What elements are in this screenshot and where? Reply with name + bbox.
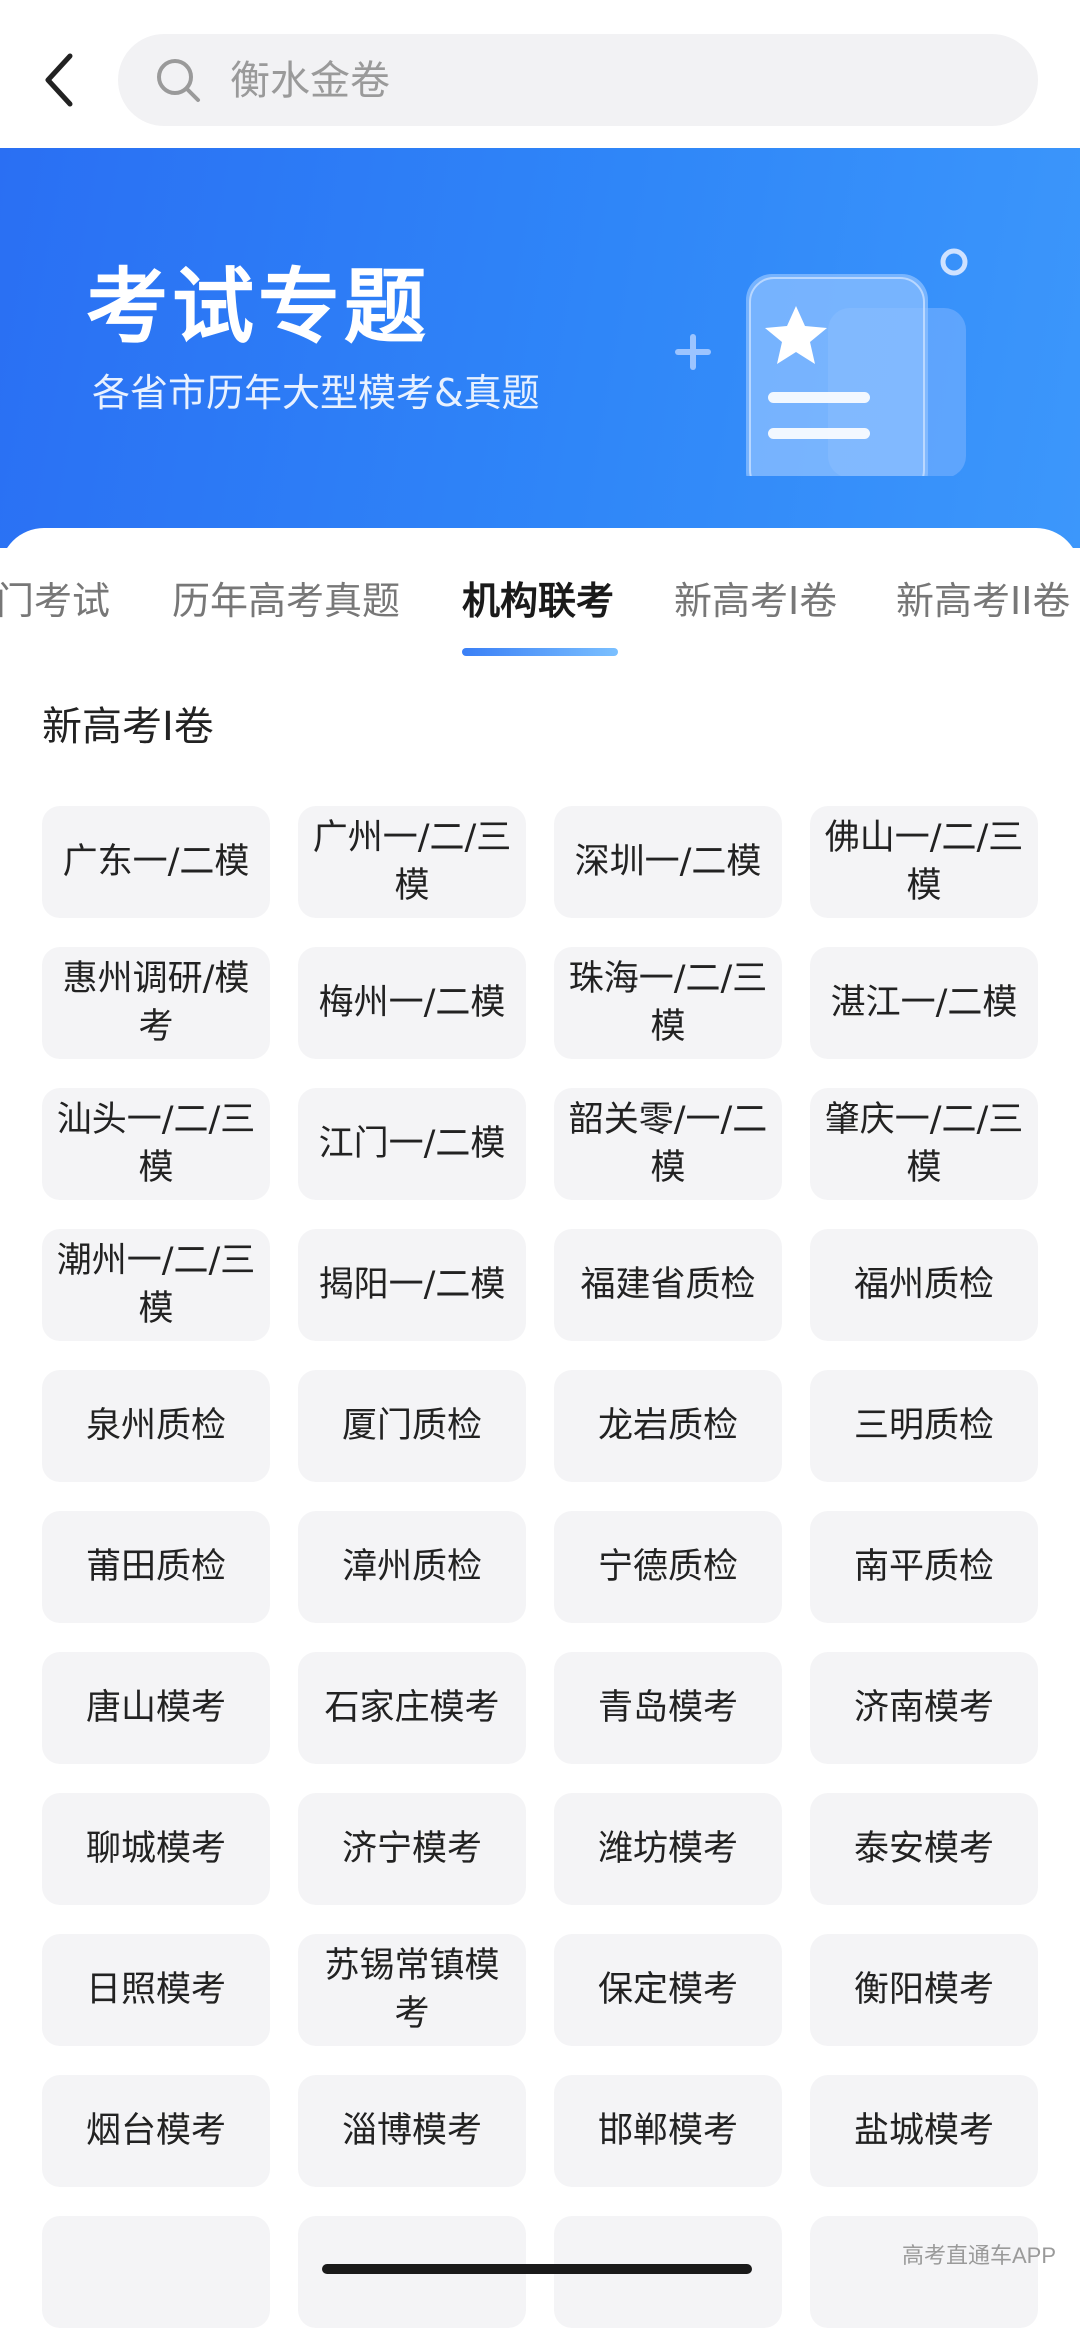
exam-tile[interactable]: 青岛模考 [554, 1652, 782, 1764]
exam-tile[interactable]: 盐城模考 [810, 2075, 1038, 2187]
exam-tile[interactable]: 聊城模考 [42, 1793, 270, 1905]
exam-tile[interactable]: 泰安模考 [810, 1793, 1038, 1905]
chevron-left-icon [45, 53, 73, 107]
tab-popular-exams[interactable]: 门考试 [0, 570, 110, 625]
exam-tile[interactable]: 三明质检 [810, 1370, 1038, 1482]
exam-tile[interactable]: 唐山模考 [42, 1652, 270, 1764]
exam-tile[interactable]: 深圳一/二模 [554, 806, 782, 918]
tab-institution-joint[interactable]: 机构联考 [462, 570, 614, 625]
exam-tile[interactable]: 潮州一/二/三模 [42, 1229, 270, 1341]
exam-tile[interactable]: 广东一/二模 [42, 806, 270, 918]
exam-tile[interactable]: 潍坊模考 [554, 1793, 782, 1905]
content-panel: 门考试 历年高考真题 机构联考 新高考I卷 新高考II卷 新高考I卷 广东一/二… [0, 528, 1080, 2328]
tab-past-gaokao[interactable]: 历年高考真题 [172, 570, 400, 625]
tab-bar: 门考试 历年高考真题 机构联考 新高考I卷 新高考II卷 [0, 548, 1080, 658]
search-icon [157, 59, 200, 102]
home-indicator [322, 2264, 752, 2274]
exam-tile[interactable]: 福建省质检 [554, 1229, 782, 1341]
exam-tile[interactable]: 宁德质检 [554, 1511, 782, 1623]
exam-tile[interactable] [810, 2216, 1038, 2328]
exam-tile[interactable]: 揭阳一/二模 [298, 1229, 526, 1341]
exam-tile[interactable]: 日照模考 [42, 1934, 270, 2046]
exam-tile[interactable]: 济宁模考 [298, 1793, 526, 1905]
section-title: 新高考I卷 [42, 704, 214, 750]
exam-tile[interactable]: 泉州质检 [42, 1370, 270, 1482]
tab-new-gaokao-1[interactable]: 新高考I卷 [674, 570, 837, 625]
back-button[interactable] [36, 48, 84, 112]
exam-tile[interactable]: 邯郸模考 [554, 2075, 782, 2187]
tab-new-gaokao-2[interactable]: 新高考II卷 [896, 570, 1070, 625]
top-bar [0, 0, 1080, 148]
exam-tile[interactable]: 厦门质检 [298, 1370, 526, 1482]
watermark: 高考直通车APP [902, 2243, 1057, 2268]
document-star-icon [675, 248, 968, 476]
exam-tile[interactable]: 福州质检 [810, 1229, 1038, 1341]
exam-tile[interactable]: 汕头一/二/三模 [42, 1088, 270, 1200]
banner-subtitle: 各省市历年大型模考&真题 [92, 371, 540, 415]
active-tab-indicator [462, 648, 618, 656]
exam-tile[interactable]: 江门一/二模 [298, 1088, 526, 1200]
exam-tile[interactable]: 广州一/二/三模 [298, 806, 526, 918]
exam-tile[interactable]: 石家庄模考 [298, 1652, 526, 1764]
exam-topic-banner: 考试专题 各省市历年大型模考&真题 [0, 148, 1080, 548]
exam-tile[interactable] [42, 2216, 270, 2328]
exam-tile[interactable]: 济南模考 [810, 1652, 1038, 1764]
exam-tile[interactable]: 苏锡常镇模考 [298, 1934, 526, 2046]
exam-tile[interactable]: 龙岩质检 [554, 1370, 782, 1482]
exam-tile[interactable]: 惠州调研/模考 [42, 947, 270, 1059]
search-bar[interactable] [118, 34, 1038, 128]
exam-tile[interactable]: 梅州一/二模 [298, 947, 526, 1059]
exam-tile[interactable]: 南平质检 [810, 1511, 1038, 1623]
search-input[interactable] [228, 34, 992, 128]
exam-tile[interactable]: 漳州质检 [298, 1511, 526, 1623]
exam-tile[interactable]: 珠海一/二/三模 [554, 947, 782, 1059]
exam-tile[interactable]: 莆田质检 [42, 1511, 270, 1623]
exam-tile[interactable]: 淄博模考 [298, 2075, 526, 2187]
exam-tile[interactable]: 烟台模考 [42, 2075, 270, 2187]
banner-title: 考试专题 [86, 260, 431, 355]
exam-tile[interactable]: 衡阳模考 [810, 1934, 1038, 2046]
exam-tile[interactable]: 肇庆一/二/三模 [810, 1088, 1038, 1200]
exam-tile[interactable]: 佛山一/二/三模 [810, 806, 1038, 918]
exam-tile[interactable]: 保定模考 [554, 1934, 782, 2046]
exam-tile[interactable]: 韶关零/一/二模 [554, 1088, 782, 1200]
exam-tile[interactable]: 湛江一/二模 [810, 947, 1038, 1059]
